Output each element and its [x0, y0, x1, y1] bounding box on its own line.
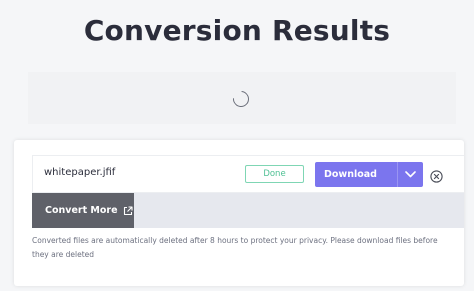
loading-panel [28, 72, 456, 124]
page-title: Conversion Results [83, 14, 391, 47]
results-card: whitepaper.jfif Done Download Convert Mo… [14, 140, 464, 286]
file-name: whitepaper.jfif [44, 167, 116, 178]
external-link-icon [123, 205, 133, 216]
close-circle-icon [430, 170, 443, 183]
actions-bar: Convert More [32, 193, 464, 228]
download-options-toggle[interactable] [398, 162, 423, 187]
convert-more-label: Convert More [45, 205, 118, 216]
status-badge: Done [245, 165, 304, 183]
convert-more-button[interactable]: Convert More [32, 193, 134, 228]
remove-file-button[interactable] [430, 168, 443, 183]
privacy-notice: Converted files are automatically delete… [32, 236, 438, 259]
file-row: whitepaper.jfif Done Download [32, 155, 464, 193]
loading-spinner-icon [229, 87, 253, 111]
chevron-down-icon [405, 171, 416, 178]
download-split-button: Download [315, 162, 423, 187]
download-button[interactable]: Download [315, 162, 397, 187]
page: Conversion Results whitepaper.jfif Done … [0, 0, 474, 291]
